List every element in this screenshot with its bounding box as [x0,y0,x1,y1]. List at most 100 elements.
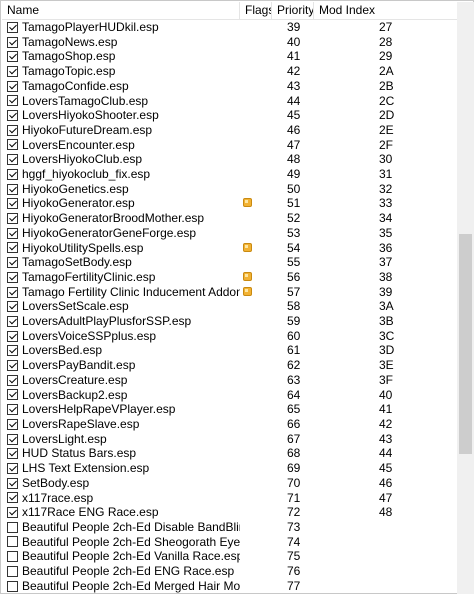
plugin-row[interactable]: TamagoSetBody.esp 55 37 [2,255,457,270]
plugin-checkbox[interactable] [7,212,18,224]
column-header-flags[interactable]: Flags [240,2,272,19]
plugin-row[interactable]: LoversPayBandit.esp 62 3E [2,358,457,373]
plugin-row[interactable]: LoversBackup2.esp 64 40 [2,388,457,403]
plugin-checkbox[interactable] [7,65,18,77]
plugin-row[interactable]: HiyokoGenetics.esp 50 32 [2,182,457,197]
plugin-flags-cell [240,20,272,35]
plugin-checkbox[interactable] [7,124,18,136]
plugin-checkbox[interactable] [7,521,18,533]
plugin-checkbox[interactable] [7,227,18,239]
plugin-row[interactable]: LoversTamagoClub.esp 44 2C [2,94,457,109]
plugin-checkbox[interactable] [7,271,18,283]
plugin-checkbox[interactable] [7,168,18,180]
plugin-row[interactable]: TamagoNews.esp 40 28 [2,35,457,50]
plugin-checkbox[interactable] [7,404,18,416]
plugin-row[interactable]: LoversAdultPlayPlusforSSP.esp 59 3B [2,314,457,329]
plugin-checkbox[interactable] [7,110,18,122]
column-header-mod-index[interactable]: Mod Index [314,2,457,19]
plugin-row[interactable]: TamagoTopic.esp 42 2A [2,64,457,79]
plugin-checkbox[interactable] [7,551,18,563]
plugin-row[interactable]: Beautiful People 2ch-Ed Disable BandBlin… [2,520,457,535]
plugin-name-cell: Tamago Fertility Clinic Inducement Addon… [7,285,240,300]
vertical-scrollbar[interactable] [457,2,474,594]
plugin-checkbox[interactable] [7,286,18,298]
plugin-row[interactable]: LoversVoiceSSPplus.esp 60 3C [2,329,457,344]
plugin-mod-index: 3D [379,343,395,358]
plugin-row[interactable]: HiyokoGenerator.esp 51 33 [2,196,457,211]
plugin-row[interactable]: HUD Status Bars.esp 68 44 [2,446,457,461]
plugin-row[interactable]: LHS Text Extension.esp 69 45 [2,461,457,476]
plugin-row[interactable]: HiyokoUtilitySpells.esp 54 36 [2,241,457,256]
plugin-checkbox[interactable] [7,36,18,48]
plugin-row[interactable]: TamagoPlayerHUDkil.esp 39 27 [2,20,457,35]
plugin-name-cell: LoversTamagoClub.esp [7,94,240,109]
plugin-row[interactable]: hggf_hiyokoclub_fix.esp 49 31 [2,167,457,182]
plugin-row[interactable]: LoversHelpRapeVPlayer.esp 65 41 [2,402,457,417]
plugin-row[interactable]: LoversHiyokoShooter.esp 45 2D [2,108,457,123]
plugin-row[interactable]: x117race.esp 71 47 [2,491,457,506]
plugin-row[interactable]: LoversHiyokoClub.esp 48 30 [2,152,457,167]
plugin-checkbox[interactable] [7,198,18,210]
plugin-mod-index: 27 [379,20,393,34]
plugin-flags-cell [240,491,272,506]
plugin-checkbox[interactable] [7,536,18,548]
plugin-name: x117Race ENG Race.esp [22,505,159,520]
plugin-row[interactable]: Beautiful People 2ch-Ed ENG Race.esp 76 [2,564,457,579]
plugin-name: LoversPayBandit.esp [22,358,136,373]
plugin-checkbox[interactable] [7,492,18,504]
plugin-row[interactable]: LoversSetScale.esp 58 3A [2,299,457,314]
plugin-checkbox[interactable] [7,183,18,195]
plugin-name: LoversHelpRapeVPlayer.esp [22,402,176,417]
plugin-checkbox[interactable] [7,301,18,313]
plugin-row[interactable]: LoversRapeSlave.esp 66 42 [2,417,457,432]
plugin-name: LoversHiyokoClub.esp [22,152,143,167]
plugin-name: LoversLight.esp [22,431,107,446]
plugin-row[interactable]: TamagoConfide.esp 43 2B [2,79,457,94]
plugin-row[interactable]: SetBody.esp 70 46 [2,476,457,491]
plugin-checkbox[interactable] [7,330,18,342]
plugin-priority: 75 [287,549,301,564]
plugin-flags-cell [240,358,272,373]
plugin-row[interactable]: TamagoFertilityClinic.esp 56 38 [2,270,457,285]
plugin-checkbox[interactable] [7,80,18,92]
plugin-checkbox[interactable] [7,418,18,430]
plugin-row[interactable]: HiyokoGeneratorGeneForge.esp 53 35 [2,226,457,241]
plugin-row[interactable]: Beautiful People 2ch-Ed Sheogorath Eye.e… [2,535,457,550]
plugin-checkbox[interactable] [7,345,18,357]
plugin-checkbox[interactable] [7,433,18,445]
plugin-row[interactable]: Tamago Fertility Clinic Inducement Addon… [2,285,457,300]
plugin-row[interactable]: LoversCreature.esp 63 3F [2,373,457,388]
plugin-row[interactable]: x117Race ENG Race.esp 72 48 [2,505,457,520]
plugin-checkbox[interactable] [7,21,18,33]
plugin-checkbox[interactable] [7,51,18,63]
plugin-row[interactable]: HiyokoGeneratorBroodMother.esp 52 34 [2,211,457,226]
plugin-checkbox[interactable] [7,374,18,386]
plugin-checkbox[interactable] [7,315,18,327]
plugin-row[interactable]: HiyokoFutureDream.esp 46 2E [2,123,457,138]
plugin-checkbox[interactable] [7,477,18,489]
plugin-checkbox[interactable] [7,389,18,401]
scrollbar-thumb[interactable] [459,234,472,454]
plugin-row[interactable]: LoversBed.esp 61 3D [2,343,457,358]
plugin-flags-cell [240,226,272,241]
plugin-checkbox[interactable] [7,95,18,107]
plugin-checkbox[interactable] [7,580,18,592]
plugin-checkbox[interactable] [7,448,18,460]
plugin-checkbox[interactable] [7,360,18,372]
column-header-name[interactable]: Name [2,2,240,19]
plugin-row[interactable]: LoversLight.esp 67 43 [2,432,457,447]
plugin-priority: 73 [287,519,301,534]
plugin-checkbox[interactable] [7,565,18,577]
plugin-name: SetBody.esp [22,475,90,490]
plugin-checkbox[interactable] [7,507,18,519]
plugin-checkbox[interactable] [7,154,18,166]
plugin-checkbox[interactable] [7,462,18,474]
plugin-row[interactable]: TamagoShop.esp 41 29 [2,49,457,64]
plugin-row[interactable]: Beautiful People 2ch-Ed Vanilla Race.esp… [2,549,457,564]
plugin-checkbox[interactable] [7,139,18,151]
column-header-priority[interactable]: Priority [272,2,314,19]
plugin-row[interactable]: Beautiful People 2ch-Ed Merged Hair Modu… [2,579,457,594]
plugin-row[interactable]: LoversEncounter.esp 47 2F [2,138,457,153]
plugin-checkbox[interactable] [7,257,18,269]
plugin-checkbox[interactable] [7,242,18,254]
